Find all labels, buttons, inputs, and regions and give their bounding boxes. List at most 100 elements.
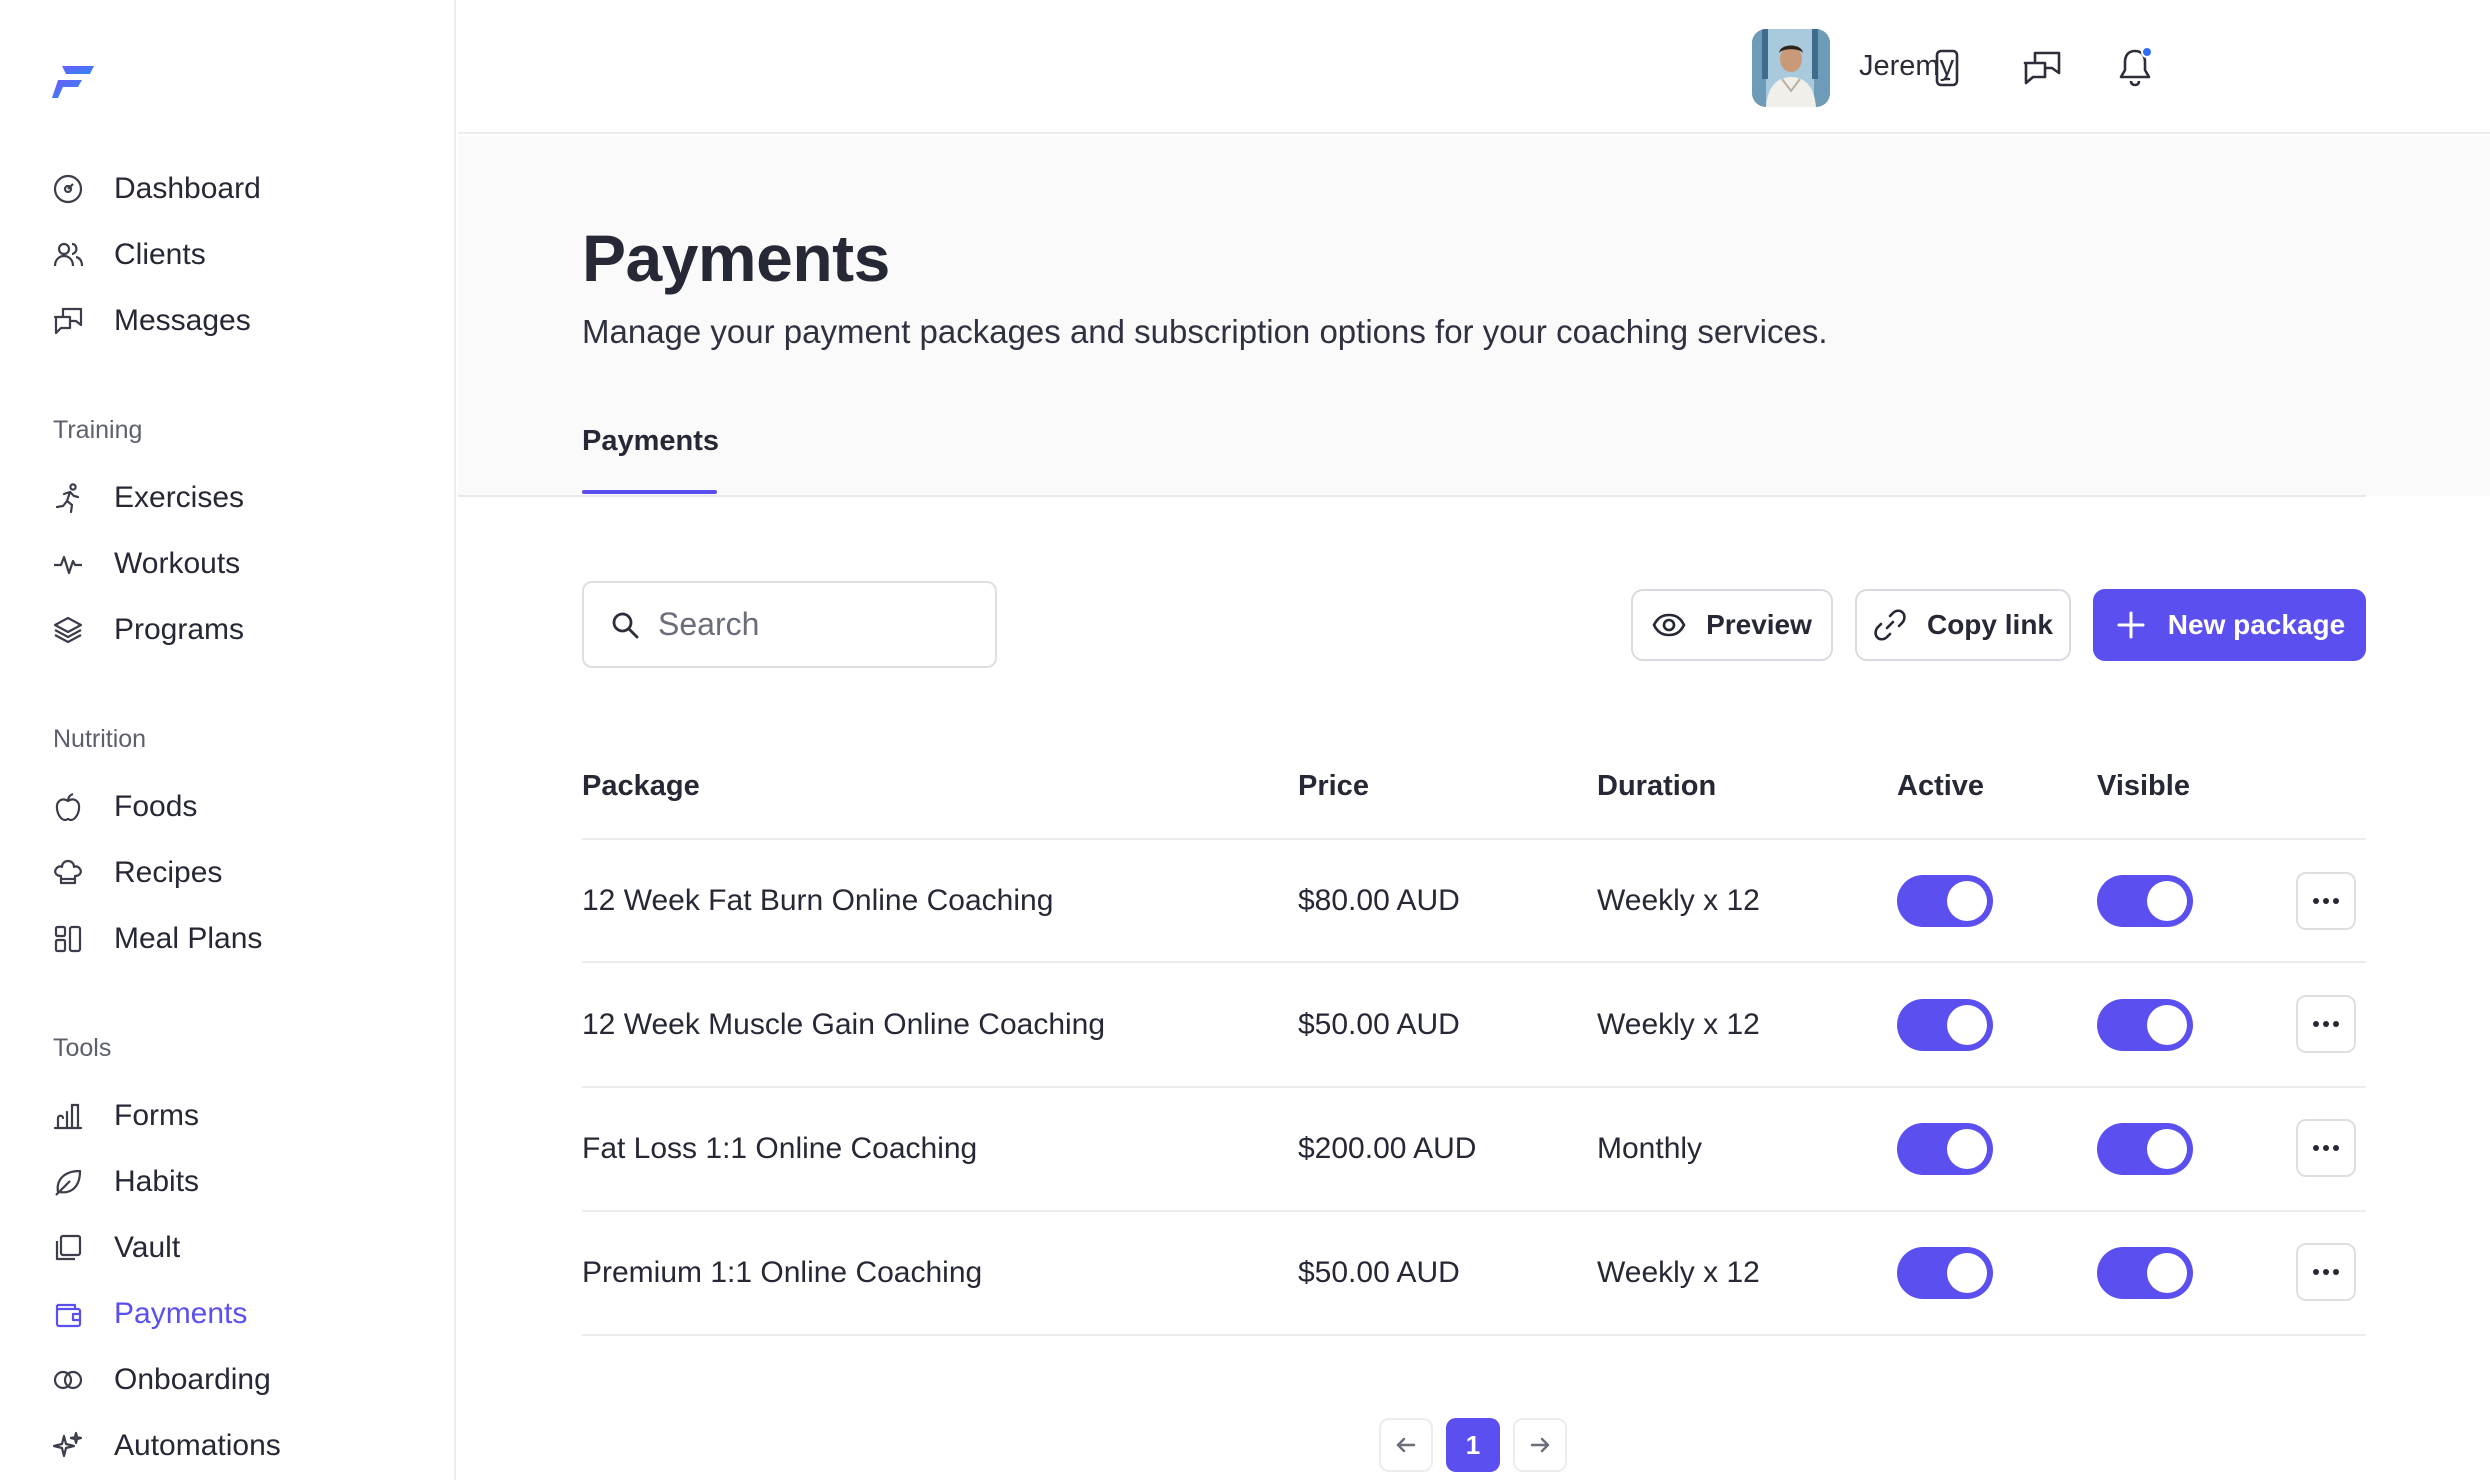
page-button-current[interactable]: 1 bbox=[1446, 1418, 1500, 1472]
new-package-button-label: New package bbox=[2167, 609, 2346, 640]
running-icon bbox=[50, 480, 86, 516]
sidebar-item-label: Exercises bbox=[114, 481, 245, 514]
package-name[interactable]: 12 Week Muscle Gain Online Coaching bbox=[582, 1008, 1105, 1042]
sidebar-item-label: Automations bbox=[114, 1429, 281, 1462]
sidebar-item-label: Dashboard bbox=[114, 172, 261, 205]
toggle-knob bbox=[2147, 1005, 2187, 1045]
active-toggle[interactable] bbox=[1897, 875, 1993, 927]
package-duration: Weekly x 12 bbox=[1597, 1256, 1760, 1289]
preview-button[interactable]: Preview bbox=[1631, 589, 1833, 661]
section-label-training: Training bbox=[53, 416, 143, 444]
table-header-divider bbox=[582, 838, 2366, 840]
package-duration: Weekly x 12 bbox=[1597, 1008, 1760, 1041]
link-icon bbox=[1873, 608, 1907, 642]
app-logo-icon[interactable] bbox=[52, 62, 96, 102]
search-icon bbox=[610, 610, 640, 640]
visible-toggle[interactable] bbox=[2097, 999, 2193, 1051]
sidebar-item-foods[interactable]: Foods bbox=[50, 779, 430, 835]
row-more-button[interactable] bbox=[2296, 1119, 2356, 1177]
row-divider bbox=[582, 1086, 2366, 1088]
sidebar-item-label: Forms bbox=[114, 1099, 199, 1132]
sidebar-item-label: Workouts bbox=[114, 547, 241, 580]
next-page-button[interactable] bbox=[1513, 1418, 1567, 1472]
package-name[interactable]: Premium 1:1 Online Coaching bbox=[582, 1256, 982, 1290]
row-divider bbox=[582, 1334, 2366, 1336]
active-toggle[interactable] bbox=[1897, 1123, 1993, 1175]
sidebar-item-automations[interactable]: Automations bbox=[50, 1418, 430, 1474]
tab-payments[interactable]: Payments bbox=[582, 425, 719, 458]
sidebar-item-forms[interactable]: Forms bbox=[50, 1088, 430, 1144]
sidebar-item-vault[interactable]: Vault bbox=[50, 1220, 430, 1276]
visible-toggle[interactable] bbox=[2097, 875, 2193, 927]
user-name[interactable]: Jeremy bbox=[1859, 50, 1954, 83]
sidebar-item-habits[interactable]: Habits bbox=[50, 1154, 430, 1210]
column-header-visible[interactable]: Visible bbox=[2097, 770, 2190, 803]
previous-page-button[interactable] bbox=[1379, 1418, 1433, 1472]
sidebar-item-exercises[interactable]: Exercises bbox=[50, 470, 430, 526]
visible-toggle[interactable] bbox=[2097, 1247, 2193, 1299]
sidebar-item-label: Foods bbox=[114, 790, 198, 823]
active-toggle[interactable] bbox=[1897, 999, 1993, 1051]
section-label-tools: Tools bbox=[53, 1034, 112, 1062]
sidebar-item-payments[interactable]: Payments bbox=[50, 1286, 430, 1342]
preview-button-label: Preview bbox=[1706, 609, 1812, 640]
sidebar-item-workouts[interactable]: Workouts bbox=[50, 536, 430, 592]
messages-icon[interactable] bbox=[2018, 44, 2066, 92]
package-name[interactable]: 12 Week Fat Burn Online Coaching bbox=[582, 884, 1053, 918]
package-price: $50.00 AUD bbox=[1298, 1256, 1460, 1289]
search-box[interactable] bbox=[582, 581, 997, 668]
more-horizontal-icon bbox=[2311, 1020, 2341, 1028]
sidebar-item-messages[interactable]: Messages bbox=[50, 293, 430, 349]
sidebar-item-label: Messages bbox=[114, 304, 251, 337]
more-horizontal-icon bbox=[2311, 897, 2341, 905]
sidebar-item-dashboard[interactable]: Dashboard bbox=[50, 161, 430, 217]
package-duration: Weekly x 12 bbox=[1597, 884, 1760, 917]
column-header-price[interactable]: Price bbox=[1298, 770, 1369, 803]
rings-icon bbox=[50, 1362, 86, 1398]
column-header-duration[interactable]: Duration bbox=[1597, 770, 1716, 803]
sidebar-item-onboarding[interactable]: Onboarding bbox=[50, 1352, 430, 1408]
column-header-active[interactable]: Active bbox=[1897, 770, 1984, 803]
sidebar-item-label: Programs bbox=[114, 613, 245, 646]
meal-grid-icon bbox=[50, 921, 86, 957]
layers-icon bbox=[50, 612, 86, 648]
sidebar-item-label: Recipes bbox=[114, 856, 223, 889]
visible-toggle[interactable] bbox=[2097, 1123, 2193, 1175]
sparkles-icon bbox=[50, 1428, 86, 1464]
pulse-icon bbox=[50, 546, 86, 582]
package-price: $200.00 AUD bbox=[1298, 1132, 1477, 1165]
tab-active-indicator bbox=[582, 490, 717, 494]
top-bar bbox=[458, 0, 2490, 134]
sidebar-item-clients[interactable]: Clients bbox=[50, 227, 430, 283]
notification-bell-icon[interactable] bbox=[2111, 44, 2159, 92]
active-toggle[interactable] bbox=[1897, 1247, 1993, 1299]
column-header-package[interactable]: Package bbox=[582, 770, 700, 803]
avatar[interactable] bbox=[1752, 29, 1830, 107]
row-more-button[interactable] bbox=[2296, 995, 2356, 1053]
sidebar-item-recipes[interactable]: Recipes bbox=[50, 845, 430, 901]
sidebar-item-label: Clients bbox=[114, 238, 206, 271]
plus-icon bbox=[2114, 608, 2148, 642]
package-name[interactable]: Fat Loss 1:1 Online Coaching bbox=[582, 1132, 977, 1166]
toggle-knob bbox=[1947, 1005, 1987, 1045]
toggle-knob bbox=[1947, 1253, 1987, 1293]
sidebar-item-label: Meal Plans bbox=[114, 922, 263, 955]
row-more-button[interactable] bbox=[2296, 1243, 2356, 1301]
sidebar-item-meal-plans[interactable]: Meal Plans bbox=[50, 911, 430, 967]
sidebar-item-label: Payments bbox=[114, 1297, 248, 1330]
sidebar-item-label: Onboarding bbox=[114, 1363, 271, 1396]
row-more-button[interactable] bbox=[2296, 872, 2356, 930]
section-label-nutrition: Nutrition bbox=[53, 725, 147, 753]
copy-link-button[interactable]: Copy link bbox=[1855, 589, 2071, 661]
row-divider bbox=[582, 961, 2366, 963]
gauge-icon bbox=[50, 171, 86, 207]
new-package-button[interactable]: New package bbox=[2093, 589, 2366, 661]
toggle-knob bbox=[2147, 881, 2187, 921]
folders-icon bbox=[50, 1230, 86, 1266]
sidebar-item-programs[interactable]: Programs bbox=[50, 602, 430, 658]
arrow-right-icon bbox=[1528, 1433, 1552, 1457]
package-price: $50.00 AUD bbox=[1298, 1008, 1460, 1041]
search-input[interactable] bbox=[658, 606, 978, 643]
notification-dot bbox=[2141, 46, 2153, 58]
sidebar: Dashboard Clients Messages Training Exer… bbox=[0, 0, 456, 1480]
